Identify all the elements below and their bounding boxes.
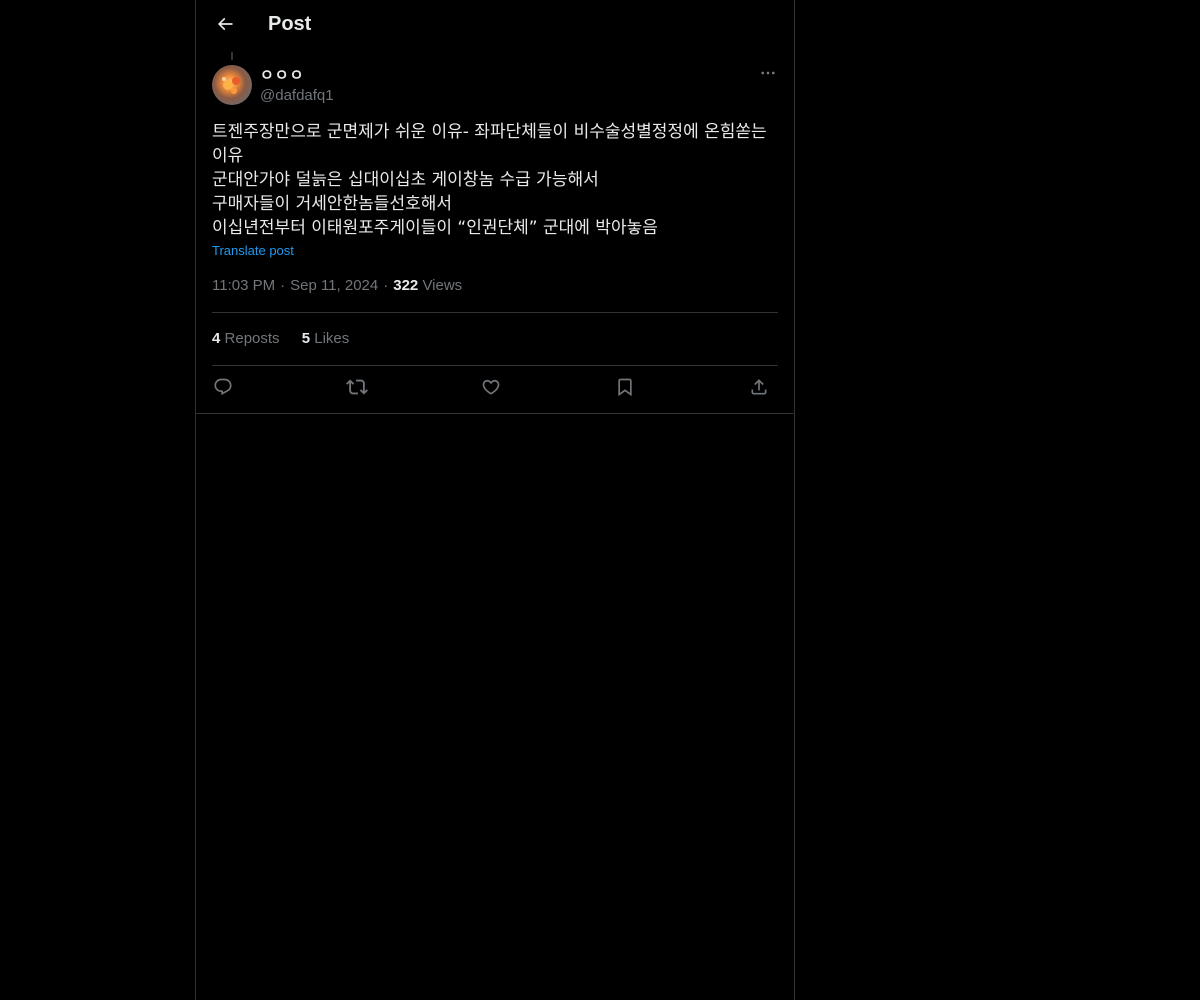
- post-date[interactable]: Sep 11, 2024: [290, 277, 378, 294]
- like-button[interactable]: [476, 373, 506, 405]
- bookmark-button[interactable]: [610, 373, 640, 405]
- post-column: Post ㅇㅇㅇ @dafdafq1 트젠주장만으로 군면제가 쉬운 이유- 좌…: [195, 0, 795, 1000]
- reposts-count: 4: [212, 330, 221, 347]
- share-button[interactable]: [744, 373, 774, 405]
- reply-icon: [213, 377, 233, 402]
- back-button[interactable]: [208, 9, 242, 43]
- post-time[interactable]: 11:03 PM: [212, 277, 275, 294]
- action-bar: [212, 373, 778, 405]
- more-horizontal-icon: [759, 64, 777, 87]
- avatar[interactable]: [212, 65, 252, 105]
- views-label: Views: [422, 277, 463, 294]
- views-count: 322: [393, 277, 419, 294]
- top-bar: Post: [196, 0, 794, 53]
- repost-icon: [346, 376, 368, 403]
- thread-connector-line: [231, 52, 233, 60]
- meta-separator: ·: [383, 277, 389, 294]
- post-text: 트젠주장만으로 군면제가 쉬운 이유- 좌파단체들이 비수술성별정정에 온힘쏟는…: [212, 122, 767, 238]
- reposts-stat[interactable]: 4 Reposts: [212, 330, 280, 347]
- arrow-left-icon: [215, 14, 235, 39]
- reply-button[interactable]: [208, 373, 238, 405]
- heart-icon: [481, 377, 501, 402]
- likes-stat[interactable]: 5 Likes: [302, 330, 350, 347]
- author-handle[interactable]: @dafdafq1: [260, 87, 334, 104]
- post-meta: 11:03 PM · Sep 11, 2024 · 322 Views: [212, 277, 462, 294]
- repost-button[interactable]: [342, 373, 372, 405]
- engagement-stats: 4 Reposts 5 Likes: [212, 330, 367, 347]
- page-title: Post: [268, 13, 312, 35]
- divider: [196, 413, 794, 414]
- reposts-label: Reposts: [224, 330, 280, 347]
- meta-separator: ·: [280, 277, 286, 294]
- likes-label: Likes: [314, 330, 350, 347]
- bookmark-icon: [615, 377, 635, 402]
- more-options-button[interactable]: [756, 64, 780, 86]
- divider: [212, 312, 778, 313]
- share-icon: [749, 377, 769, 402]
- author-display-name[interactable]: ㅇㅇㅇ: [260, 64, 304, 85]
- divider: [212, 365, 778, 366]
- likes-count: 5: [301, 330, 311, 347]
- translate-post-link[interactable]: Translate post: [212, 243, 294, 258]
